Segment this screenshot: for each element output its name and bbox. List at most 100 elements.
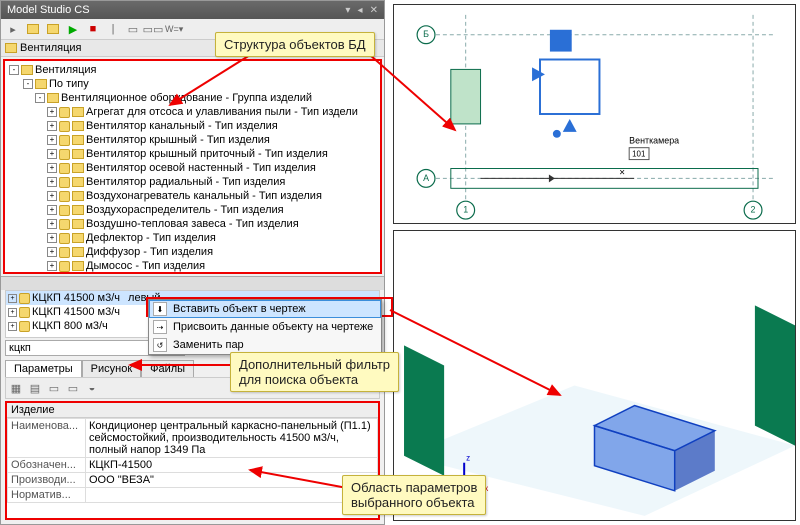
tree-node[interactable]: Вентилятор осевой настенный - Тип издели… [86,161,316,175]
type-icon [59,177,70,188]
param-row[interactable]: Наименова...Кондиционер центральный карк… [8,419,378,458]
type-icon [59,247,70,258]
expand-icon[interactable]: + [47,177,57,187]
folder-icon [72,121,84,131]
callout-structure: Структура объектов БД [215,32,375,57]
tree-node[interactable]: Диффузор - Тип изделия [86,245,213,259]
context-menu: ⬇Вставить объект в чертеж ⇢Присвоить дан… [148,299,382,355]
tab-files[interactable]: Файлы [141,360,194,377]
expand-icon[interactable]: + [47,149,57,159]
tree-node[interactable]: Зонт - Тип изделия [86,273,183,274]
svg-text:2: 2 [751,204,756,214]
svg-text:101: 101 [632,150,646,159]
svg-text:z: z [466,454,470,463]
type-icon [59,107,70,118]
folder-icon [72,205,84,215]
folder-icon [72,247,84,257]
ctx-assign-data[interactable]: ⇢Присвоить данные объекту на чертеже [149,318,381,336]
expand-icon[interactable]: + [8,294,17,303]
tree-node[interactable]: Вентилятор радиальный - Тип изделия [86,175,285,189]
tool-icon[interactable]: ▭ [65,380,81,396]
parameters-table: Наименова...Кондиционер центральный карк… [7,418,378,503]
expand-icon[interactable]: + [47,233,57,243]
tree-node[interactable]: Вентиляционное оборудование - Группа изд… [61,91,312,105]
param-row[interactable]: Обозначен...КЦКП-41500 [8,458,378,473]
tree-collapse-icon[interactable]: ▸ [5,21,21,37]
tree-node[interactable]: Воздухораспределитель - Тип изделия [86,203,284,217]
expand-icon[interactable]: + [47,163,57,173]
tool-icon[interactable]: ▤ [27,380,43,396]
object-tree[interactable]: -Вентиляция -По типу -Вентиляционное обо… [3,59,382,274]
folder-icon [72,177,84,187]
expand-icon[interactable]: + [47,135,57,145]
expand-icon[interactable]: + [47,205,57,215]
type-icon [59,261,70,272]
type-icon [59,121,70,132]
part-icon [19,307,30,318]
type-icon [59,205,70,216]
folder-icon [72,261,84,271]
plan-view[interactable]: Б A 1 2 Венткамера 101 × [393,4,796,224]
ctx-insert-object[interactable]: ⬇Вставить объект в чертеж [149,300,381,318]
param-row[interactable]: Производи...ООО "ВЕЗА" [8,473,378,488]
expand-icon[interactable]: + [8,308,17,317]
folder-icon [72,107,84,117]
collapse-icon[interactable]: - [35,93,45,103]
collapse-icon[interactable]: - [9,65,19,75]
folder-icon [72,191,84,201]
expand-icon[interactable]: + [47,219,57,229]
chevron-left-icon[interactable]: ◂ [358,5,363,16]
expand-icon[interactable]: + [47,191,57,201]
folder-icon [21,65,33,75]
type-icon [59,135,70,146]
type-icon [59,149,70,160]
stop-icon[interactable]: ■ [85,21,101,37]
expand-icon[interactable]: + [47,121,57,131]
close-icon[interactable]: ✕ [370,5,378,16]
part-icon [19,321,30,332]
tree-node[interactable]: Воздухонагреватель канальный - Тип издел… [86,189,322,203]
folder-icon [72,233,84,243]
expand-icon[interactable]: + [47,247,57,257]
viewports: Б A 1 2 Венткамера 101 × [385,0,800,525]
parameters-area: Изделие Наименова...Кондиционер централь… [5,401,380,520]
expand-icon[interactable]: + [47,107,57,117]
tree-root-label: Вентиляция [20,42,82,54]
tab-picture[interactable]: Рисунок [82,360,142,377]
folder-icon[interactable] [45,21,61,37]
callout-filter: Дополнительный фильтр для поиска объекта [230,352,399,392]
collapse-icon[interactable]: - [23,79,33,89]
tree-node[interactable]: Вентилятор крышный - Тип изделия [86,133,270,147]
expand-icon[interactable]: + [47,261,57,271]
folder-icon [72,163,84,173]
svg-text:1: 1 [463,204,468,214]
tree-node[interactable]: Агрегат для отсоса и улавливания пыли - … [86,105,358,119]
svg-text:Б: Б [423,29,429,39]
expand-icon[interactable]: + [8,322,17,331]
tree-node[interactable]: Вентилятор крышный приточный - Тип издел… [86,147,328,161]
param-row[interactable]: Норматив... [8,488,378,503]
folder-icon [35,79,47,89]
tree-node[interactable]: Вентилятор канальный - Тип изделия [86,119,278,133]
page-icon[interactable]: ▭ [125,21,141,37]
folder-icon [72,135,84,145]
tab-parameters[interactable]: Параметры [5,360,82,377]
tool-icon[interactable]: ▭ [46,380,62,396]
tree-node[interactable]: Вентиляция [35,63,97,77]
params-section: Изделие [11,404,55,416]
label-style-dropdown[interactable]: W=▾ [165,21,183,37]
tree-node[interactable]: Дефлектор - Тип изделия [86,231,216,245]
type-icon [59,191,70,202]
insert-icon: ⬇ [153,302,167,316]
folder-icon[interactable] [25,21,41,37]
minimize-icon[interactable]: ▾ [345,5,350,16]
tool-icon[interactable]: ▦ [8,380,24,396]
tree-node[interactable]: Воздушно-тепловая завеса - Тип изделия [86,217,299,231]
play-icon[interactable]: ▶ [65,21,81,37]
tree-node[interactable]: Дымосос - Тип изделия [86,259,205,273]
horizontal-scrollbar[interactable] [1,276,384,290]
tool-icon[interactable]: ◒ [84,380,100,396]
tree-node[interactable]: По типу [49,77,89,91]
two-pages-icon[interactable]: ▭▭ [145,21,161,37]
folder-icon [72,219,84,229]
